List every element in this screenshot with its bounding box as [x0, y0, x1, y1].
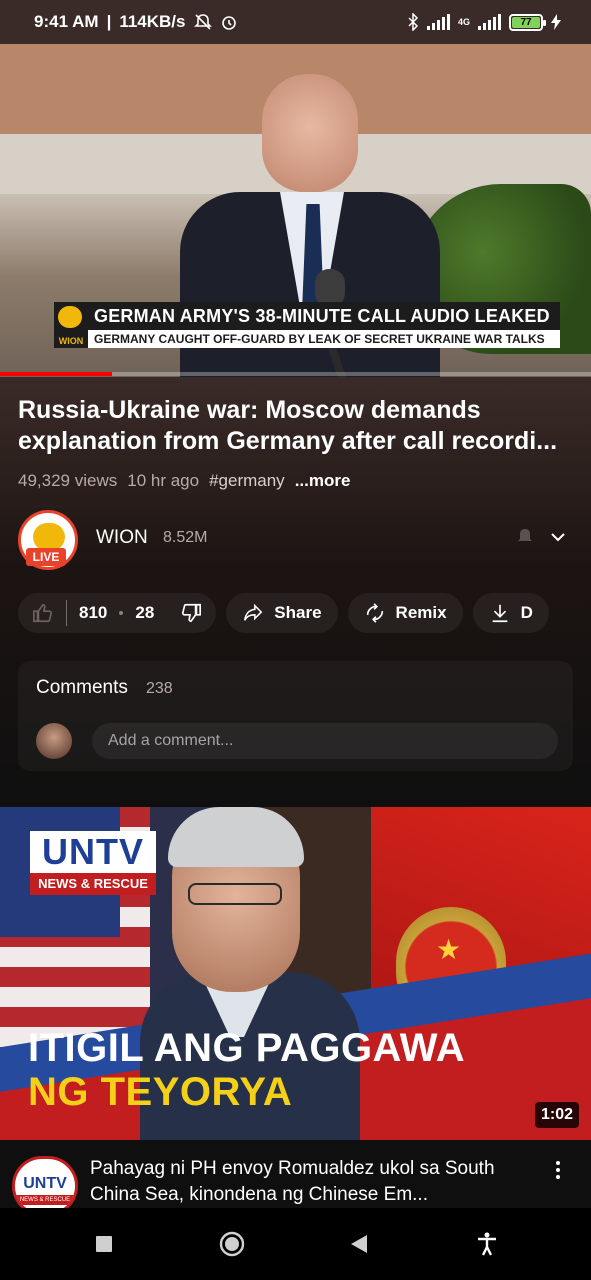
user-avatar — [36, 723, 72, 759]
status-bar: 9:41 AM | 114KB/s 4G 77 — [0, 0, 591, 44]
action-bar: 810 28 Share Remix D — [18, 593, 591, 633]
video-meta[interactable]: 49,329 views 10 hr ago #germany ...more — [18, 471, 350, 491]
like-count[interactable]: 810 — [79, 603, 107, 623]
thumbs-up-icon[interactable] — [32, 602, 54, 624]
thumbnail-headline-1: ITIGIL ANG PAGGAWA — [28, 1026, 466, 1070]
charging-icon — [551, 14, 561, 30]
untv-logo-text: UNTV — [30, 831, 156, 873]
comments-title: Comments — [36, 677, 128, 698]
download-label: D — [520, 603, 533, 622]
video-info-panel: Russia-Ukraine war: Moscow demands expla… — [0, 377, 591, 807]
accessibility-icon — [478, 1232, 497, 1256]
next-video-thumbnail[interactable]: ★ UNTV NEWS & RESCUE ITIGIL ANG PAGGAWA … — [0, 807, 591, 1140]
video-progress-bar[interactable] — [0, 372, 591, 376]
lower-third-subtitle: GERMANY CAUGHT OFF-GUARD BY LEAK OF SECR… — [54, 330, 560, 348]
circle-icon — [219, 1231, 244, 1257]
more-link[interactable]: ...more — [295, 471, 351, 491]
remix-label: Remix — [395, 603, 447, 622]
triangle-back-icon — [351, 1235, 368, 1253]
duration-badge: 1:02 — [534, 1102, 579, 1128]
download-button[interactable]: D — [472, 593, 549, 633]
signal-icon — [426, 14, 450, 30]
status-time: 9:41 AM — [34, 12, 99, 31]
mute-icon — [193, 14, 212, 30]
home-button[interactable] — [212, 1224, 252, 1264]
network-type: 4G — [457, 17, 470, 27]
square-icon — [95, 1236, 112, 1252]
battery-icon: 77 — [509, 13, 546, 31]
lower-third-brand: WION — [58, 336, 84, 346]
share-icon — [244, 603, 263, 621]
add-comment-input[interactable]: Add a comment... — [92, 723, 558, 759]
next-avatar-subtext: NEWS & RESCUE — [15, 1195, 75, 1205]
thumbs-down-icon[interactable] — [180, 602, 202, 624]
share-label: Share — [274, 603, 322, 622]
divider — [66, 600, 67, 626]
news-lower-third: GERMAN ARMY'S 38-MINUTE CALL AUDIO LEAKE… — [54, 302, 560, 348]
untv-logo-subtext: NEWS & RESCUE — [30, 873, 156, 895]
untv-logo: UNTV NEWS & RESCUE — [30, 831, 156, 897]
video-title[interactable]: Russia-Ukraine war: Moscow demands expla… — [18, 395, 576, 457]
channel-row: LIVE WION 8.52M — [18, 510, 573, 570]
bluetooth-icon — [408, 13, 419, 31]
status-speed: 114KB/s — [119, 12, 186, 31]
upload-age: 10 hr ago — [127, 471, 200, 490]
remix-button[interactable]: Remix — [347, 593, 463, 633]
dot-separator — [119, 611, 124, 615]
back-button[interactable] — [339, 1224, 379, 1264]
next-avatar-text: UNTV — [23, 1175, 67, 1192]
subscriber-count: 8.52M — [163, 529, 208, 546]
chevron-down-icon[interactable] — [549, 528, 567, 546]
hashtag-link[interactable]: #germany — [209, 471, 285, 491]
next-channel-avatar[interactable]: UNTV NEWS & RESCUE — [12, 1156, 78, 1208]
remix-icon — [366, 603, 383, 623]
channel-name[interactable]: WION — [96, 527, 148, 549]
bell-icon[interactable] — [517, 528, 533, 546]
comments-panel[interactable]: Comments 238 Add a comment... — [18, 661, 573, 771]
like-dislike-pill: 810 28 — [18, 593, 217, 633]
share-button[interactable]: Share — [226, 593, 338, 633]
battery-level: 77 — [512, 16, 540, 28]
thumbnail-headline-2: NG TEYORYA — [28, 1070, 293, 1114]
download-icon — [492, 604, 507, 623]
video-progress-fill — [0, 372, 113, 376]
accessibility-button[interactable] — [467, 1224, 507, 1264]
more-options-icon[interactable] — [555, 1160, 561, 1180]
system-navigation-bar — [0, 1208, 591, 1280]
wion-logo-icon: WION — [54, 302, 88, 348]
dislike-count[interactable]: 28 — [135, 603, 154, 623]
lower-third-title: GERMAN ARMY'S 38-MINUTE CALL AUDIO LEAKE… — [54, 302, 560, 330]
status-divider: | — [106, 12, 112, 31]
video-player[interactable]: GERMAN ARMY'S 38-MINUTE CALL AUDIO LEAKE… — [0, 44, 591, 377]
alarm-icon — [221, 16, 236, 30]
next-video-title[interactable]: Pahayag ni PH envoy Romualdez ukol sa So… — [90, 1156, 540, 1208]
signal-icon-2 — [478, 14, 501, 30]
live-badge: LIVE — [26, 548, 66, 566]
comments-count: 238 — [146, 680, 173, 697]
view-count: 49,329 views — [18, 471, 118, 490]
next-video-meta[interactable]: UNTV NEWS & RESCUE Pahayag ni PH envoy R… — [0, 1140, 591, 1208]
recents-button[interactable] — [84, 1224, 124, 1264]
